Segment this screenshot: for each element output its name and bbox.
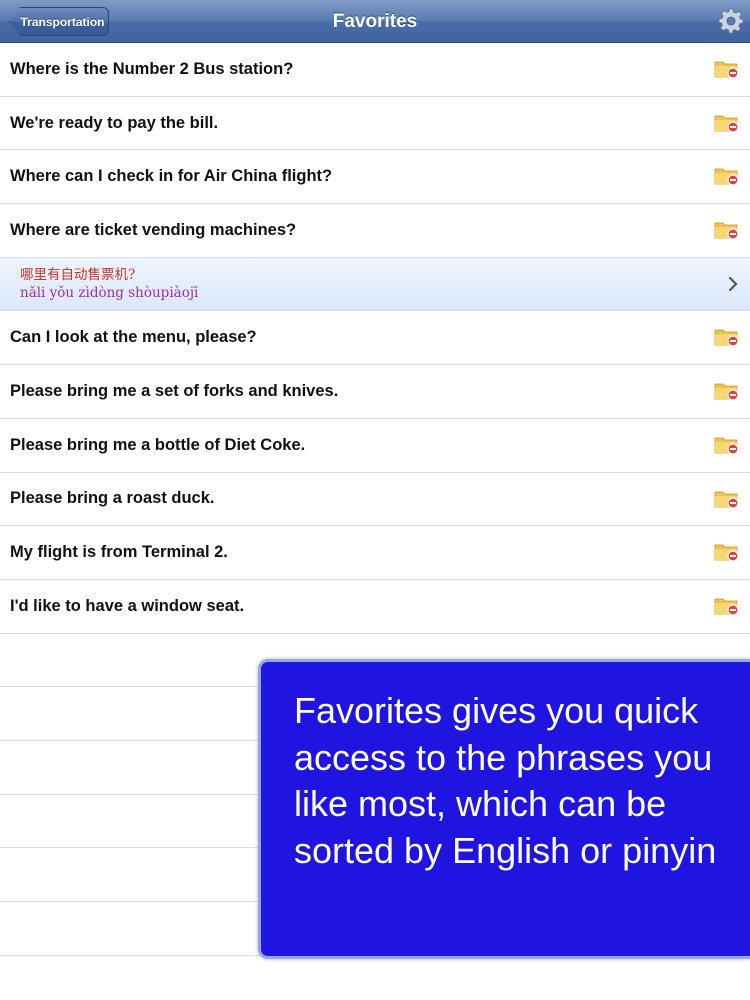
favorite-row[interactable]: Where are ticket vending machines? <box>0 204 750 258</box>
chevron-right-icon[interactable] <box>728 276 738 292</box>
folder-remove-icon[interactable] <box>714 488 740 510</box>
folder-remove-icon[interactable] <box>714 434 740 456</box>
favorite-row[interactable]: We're ready to pay the bill. <box>0 96 750 151</box>
favorite-row[interactable]: Where can I check in for Air China fligh… <box>0 150 750 205</box>
folder-remove-icon[interactable] <box>714 219 740 241</box>
favorite-row[interactable]: Please bring me a set of forks and knive… <box>0 365 750 419</box>
phrase-english: Can I look at the menu, please? <box>10 328 257 347</box>
phrase-english: Please bring a roast duck. <box>10 489 215 508</box>
favorite-row[interactable]: Please bring a roast duck. <box>0 472 750 527</box>
folder-remove-icon[interactable] <box>714 165 740 187</box>
favorite-row-expanded[interactable]: 哪里有自动售票机? nǎli yǒu zìdòng shòupiàojī <box>0 257 750 312</box>
callout-text: Favorites gives you quick access to the … <box>294 690 717 871</box>
phrase-english: Where are ticket vending machines? <box>10 220 297 239</box>
gear-icon[interactable] <box>718 8 744 34</box>
phrase-chinese: 哪里有自动售票机? <box>20 267 136 284</box>
folder-remove-icon[interactable] <box>714 595 740 617</box>
favorite-row[interactable]: My flight is from Terminal 2. <box>0 526 750 580</box>
favorite-row[interactable]: Can I look at the menu, please? <box>0 311 750 366</box>
phrase-english: I'd like to have a window seat. <box>10 596 245 615</box>
folder-remove-icon[interactable] <box>714 326 740 348</box>
page-title: Favorites <box>332 10 418 32</box>
folder-remove-icon[interactable] <box>714 380 740 402</box>
phrase-english: Please bring me a set of forks and knive… <box>10 381 339 400</box>
favorite-row[interactable]: I'd like to have a window seat. <box>0 579 750 634</box>
folder-remove-icon[interactable] <box>714 541 740 563</box>
phrase-english: My flight is from Terminal 2. <box>10 543 228 562</box>
navigation-bar: Transportation Favorites <box>0 0 750 43</box>
phrase-pinyin: nǎli yǒu zìdòng shòupiàojī <box>20 285 199 302</box>
folder-remove-icon[interactable] <box>714 112 740 134</box>
phrase-english: Where can I check in for Air China fligh… <box>10 167 333 186</box>
phrase-english: Where is the Number 2 Bus station? <box>10 59 294 78</box>
favorite-row[interactable]: Please bring me a bottle of Diet Coke. <box>0 418 750 473</box>
info-callout: Favorites gives you quick access to the … <box>258 659 750 959</box>
phrase-english: Please bring me a bottle of Diet Coke. <box>10 435 306 454</box>
phrase-english: We're ready to pay the bill. <box>10 113 219 132</box>
folder-remove-icon[interactable] <box>714 58 740 80</box>
favorite-row[interactable]: Where is the Number 2 Bus station? <box>0 43 750 97</box>
